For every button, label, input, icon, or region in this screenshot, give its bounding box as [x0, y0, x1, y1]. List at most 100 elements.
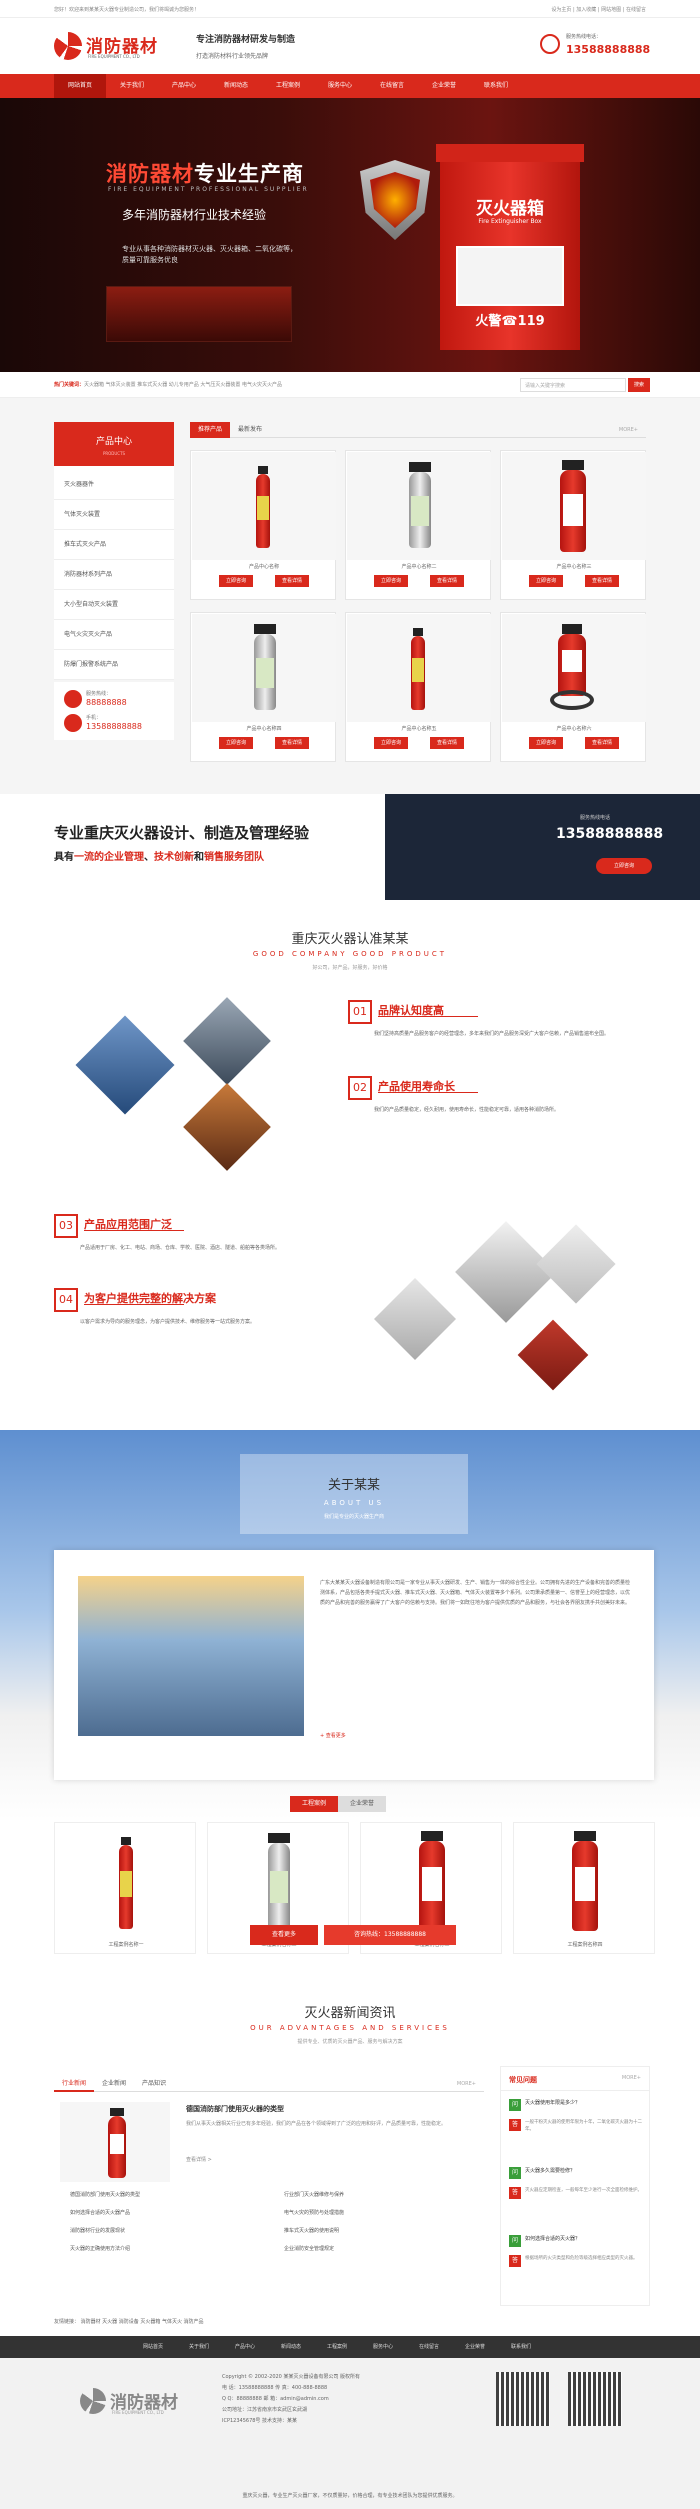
tab-recommended[interactable]: 推荐产品: [190, 422, 231, 438]
details-button[interactable]: 查看详情: [585, 575, 619, 587]
category-item[interactable]: 气体灭火装置: [54, 500, 174, 530]
top-links[interactable]: 设为主页 | 加入收藏 | 网站地图 | 在线留言: [551, 6, 646, 13]
consult-button[interactable]: 立即咨询: [374, 575, 408, 587]
product-card[interactable]: 产品中心名称 立即咨询 查看详情: [190, 450, 336, 600]
footer-nav-item[interactable]: 网站首页: [130, 2336, 176, 2358]
nav-item-service[interactable]: 服务中心: [314, 74, 366, 98]
footer-nav-item[interactable]: 工程案例: [314, 2336, 360, 2358]
category-item[interactable]: 电气火灾灭火产品: [54, 620, 174, 650]
footer-nav-item[interactable]: 关于我们: [176, 2336, 222, 2358]
tab-industry-news[interactable]: 行业新闻: [54, 2076, 95, 2092]
tab-honor[interactable]: 企业荣誉: [338, 1796, 387, 1812]
footer-nav-item[interactable]: 产品中心: [222, 2336, 268, 2358]
consult-button[interactable]: 立即咨询: [529, 575, 563, 587]
category-item[interactable]: 推车式灭火产品: [54, 530, 174, 560]
news-more-link[interactable]: MORE+: [449, 2076, 484, 2092]
nav-item-news[interactable]: 新闻动态: [210, 74, 262, 98]
search-input[interactable]: 请输入关键字搜索: [520, 378, 626, 392]
product-image: [192, 452, 336, 560]
footer-nav-item[interactable]: 服务中心: [360, 2336, 406, 2358]
nav-item-about[interactable]: 关于我们: [106, 74, 158, 98]
case-card[interactable]: 工程案例名称四: [513, 1822, 655, 1954]
details-button[interactable]: 查看详情: [430, 737, 464, 749]
product-card[interactable]: 产品中心名称三 立即咨询 查看详情: [500, 450, 646, 600]
category-item[interactable]: 防爆门报警系统产品: [54, 650, 174, 680]
ad-subline: 具有一流的企业管理、技术创新和销售服务团队: [54, 852, 264, 863]
news-item[interactable]: 企业消防安全管理规定: [284, 2240, 344, 2258]
view-more-button[interactable]: 查看更多: [250, 1925, 318, 1945]
featured-news-image[interactable]: [60, 2102, 170, 2182]
tab-product-knowledge[interactable]: 产品知识: [134, 2076, 174, 2092]
footer-bottom-text: 重庆灭火器，专业生产灭火器厂家，不仅质量好，价格合理，有专业技术团队为您提供优质…: [242, 2493, 458, 2499]
faq-more-link[interactable]: MORE+: [622, 2075, 641, 2081]
footer-nav-item[interactable]: 新闻动态: [268, 2336, 314, 2358]
nav-item-cases[interactable]: 工程案例: [262, 74, 314, 98]
news-item[interactable]: 如何选择合适的灭火器产品: [70, 2204, 140, 2222]
nav-item-message[interactable]: 在线留言: [366, 74, 418, 98]
news-item[interactable]: 德国消防部门使用灭火器的类型: [70, 2186, 140, 2204]
product-image: [347, 614, 491, 722]
factory-image: [183, 997, 271, 1085]
footer-nav-item[interactable]: 企业荣誉: [452, 2336, 498, 2358]
footer-nav-item[interactable]: 联系我们: [498, 2336, 544, 2358]
tab-company-news[interactable]: 企业新闻: [94, 2076, 134, 2092]
product-card[interactable]: 产品中心名称五 立即咨询 查看详情: [345, 612, 491, 762]
nav-item-honor[interactable]: 企业荣誉: [418, 74, 470, 98]
hot-keywords[interactable]: 热门关键词：灭火器箱 气体灭火装置 推车式灭火器 幼儿专用产品 大气压灭火器装置…: [54, 381, 282, 388]
case-card[interactable]: 工程案例名称一: [54, 1822, 196, 1954]
category-item[interactable]: 消防器材系列产品: [54, 560, 174, 590]
consult-now-button[interactable]: 立即咨询: [596, 858, 652, 874]
product-image: [347, 452, 491, 560]
details-button[interactable]: 查看详情: [585, 737, 619, 749]
consult-hotline-button[interactable]: 咨询热线：13588888888: [324, 1925, 456, 1945]
more-link[interactable]: MORE+: [611, 422, 646, 438]
friend-links[interactable]: 友情链接： 消防器材 灭火器 消防设备 灭火器箱 气体灭火 消防产品: [54, 2318, 204, 2325]
faq-item[interactable]: 问灭火器多久需要检修？答灭火器应定期检查，一般每年至少进行一次全面检修维护。: [501, 2159, 649, 2227]
product-card[interactable]: 产品中心名称四 立即咨询 查看详情: [190, 612, 336, 762]
product-card[interactable]: 产品中心名称六 立即咨询 查看详情: [500, 612, 646, 762]
nav-item-home[interactable]: 网站首页: [54, 74, 106, 98]
logo[interactable]: 消防器材 FIRE EQUIPMENT CO., LTD: [54, 30, 184, 64]
details-button[interactable]: 查看详情: [430, 575, 464, 587]
hotline-label: 服务热线电话：: [566, 34, 602, 40]
featured-news-more[interactable]: 查看详情 >: [186, 2156, 212, 2163]
logo-subtitle: FIRE EQUIPMENT CO., LTD: [88, 54, 140, 59]
details-button[interactable]: 查看详情: [275, 575, 309, 587]
news-item[interactable]: 灭火器的正确使用方法介绍: [70, 2240, 140, 2258]
why-english: GOOD COMPANY GOOD PRODUCT: [252, 950, 448, 958]
product-image: [192, 614, 336, 722]
search-button[interactable]: 搜索: [628, 378, 650, 392]
product-card[interactable]: 产品中心名称二 立即咨询 查看详情: [345, 450, 491, 600]
featured-news-title[interactable]: 德国消防部门使用灭火器的类型: [186, 2104, 284, 2114]
footer-nav-item[interactable]: 在线留言: [406, 2336, 452, 2358]
consult-button[interactable]: 立即咨询: [219, 737, 253, 749]
about-more-link[interactable]: + 查看更多: [320, 1732, 346, 1739]
hero-banner[interactable]: 消防器材专业生产商 FIRE EQUIPMENT PROFESSIONAL SU…: [0, 98, 700, 466]
why-desc: 好公司，好产品，好服务，好价格: [312, 965, 388, 971]
news-item[interactable]: 电气火灾的预防与处理措施: [284, 2204, 344, 2222]
tab-latest[interactable]: 最新发布: [230, 422, 270, 438]
case-tabs: 工程案例 企业荣誉: [290, 1796, 387, 1812]
slogan-main: 专注消防器材研发与制造: [196, 35, 296, 45]
news-tabs: 行业新闻 企业新闻 产品知识 MORE+: [54, 2076, 484, 2092]
service-image: [455, 1221, 557, 1323]
consult-button[interactable]: 立即咨询: [529, 737, 563, 749]
news-item[interactable]: 行业部门灭火器维修与保养: [284, 2186, 344, 2204]
consult-button[interactable]: 立即咨询: [374, 737, 408, 749]
consult-button[interactable]: 立即咨询: [219, 575, 253, 587]
details-button[interactable]: 查看详情: [275, 737, 309, 749]
news-item[interactable]: 推车式灭火器的使用说明: [284, 2222, 344, 2240]
category-item[interactable]: 大小型自动灭火装置: [54, 590, 174, 620]
about-text: 广东大某某灭火器设备制造有限公司是一家专业从事灭火器研发、生产、销售为一体的综合…: [320, 1580, 631, 1606]
banner-headline: 消防器材专业生产商: [106, 162, 304, 186]
qr-code-icon: [568, 2372, 622, 2426]
nav-item-contact[interactable]: 联系我们: [470, 74, 522, 98]
category-item[interactable]: 灭火器器件: [54, 470, 174, 500]
nav-item-products[interactable]: 产品中心: [158, 74, 210, 98]
meeting-image: [517, 1319, 589, 1391]
slogan: 专注消防器材研发与制造 打造消防材料行业领先品牌: [196, 32, 295, 60]
tab-cases[interactable]: 工程案例: [290, 1796, 339, 1812]
faq-item[interactable]: 问如何选择合适的灭火器？答根据场所的火灾类型和危险等级选择相应类型的灭火器。: [501, 2227, 649, 2295]
faq-item[interactable]: 问灭火器使用年限是多少？答一般干粉灭火器的使用年限为十年，二氧化碳灭火器为十二年…: [501, 2091, 649, 2159]
news-item[interactable]: 消防器材行业的发展现状: [70, 2222, 140, 2240]
